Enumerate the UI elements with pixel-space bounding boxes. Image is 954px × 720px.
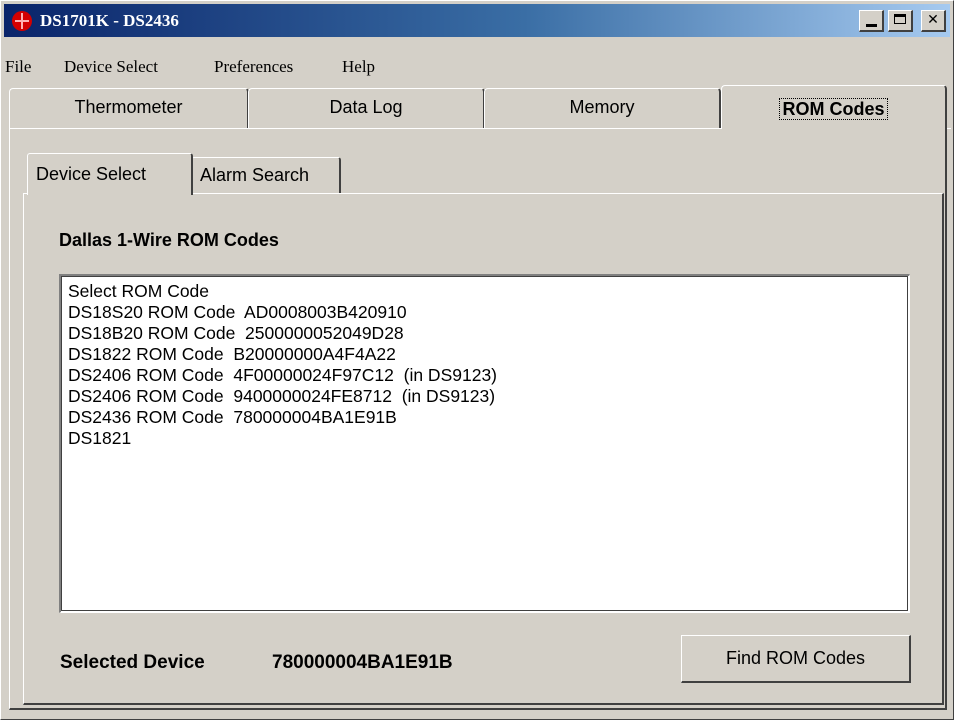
minimize-icon [865, 24, 877, 27]
tab-thermometer[interactable]: Thermometer [9, 88, 249, 128]
tab-memory-label: Memory [569, 97, 635, 117]
rom-code-listbox[interactable]: Select ROM Code DS18S20 ROM Code AD00080… [59, 274, 910, 613]
menu-device-select[interactable]: Device Select [64, 57, 158, 77]
list-item[interactable]: Select ROM Code [68, 281, 909, 302]
list-item[interactable]: DS1822 ROM Code B20000000A4F4A22 [68, 344, 909, 365]
maximize-icon [894, 14, 906, 24]
list-item[interactable]: DS18B20 ROM Code 2500000052049D28 [68, 323, 909, 344]
title-bar[interactable]: DS1701K - DS2436 ✕ [4, 4, 950, 37]
list-item[interactable]: DS2436 ROM Code 780000004BA1E91B [68, 407, 909, 428]
menu-file[interactable]: File [5, 57, 31, 77]
rom-codes-heading: Dallas 1-Wire ROM Codes [59, 230, 279, 250]
subtab-device-select-label: Device Select [36, 164, 147, 184]
find-rom-codes-button[interactable]: Find ROM Codes [681, 635, 911, 683]
tab-data-log[interactable]: Data Log [248, 88, 485, 128]
maximize-button[interactable] [888, 10, 913, 32]
window-title: DS1701K - DS2436 [40, 11, 179, 30]
tab-rom-codes-label: ROM Codes [779, 98, 888, 120]
tab-memory[interactable]: Memory [484, 88, 721, 128]
app-logo-icon [12, 11, 32, 31]
list-item[interactable]: DS2406 ROM Code 9400000024FE8712 (in DS9… [68, 386, 909, 407]
tab-data-log-label: Data Log [329, 97, 403, 117]
list-item[interactable]: DS1821 [68, 428, 909, 449]
menu-preferences[interactable]: Preferences [214, 57, 293, 77]
minimize-button[interactable] [859, 10, 884, 32]
list-item[interactable]: DS18S20 ROM Code AD0008003B420910 [68, 302, 909, 323]
selected-device-value: 780000004BA1E91B [272, 652, 453, 673]
close-icon: ✕ [927, 12, 939, 28]
menu-help[interactable]: Help [342, 57, 375, 77]
app-window: DS1701K - DS2436 ✕ File Device Select Pr… [0, 0, 954, 720]
tab-rom-codes[interactable]: ROM Codes [721, 85, 947, 129]
tab-thermometer-label: Thermometer [74, 97, 183, 117]
selected-device-label: Selected Device [60, 652, 205, 673]
list-item[interactable]: DS2406 ROM Code 4F00000024F97C12 (in DS9… [68, 365, 909, 386]
subtab-alarm-search[interactable]: Alarm Search [191, 157, 341, 193]
close-button[interactable]: ✕ [921, 10, 946, 32]
subtab-alarm-search-label: Alarm Search [200, 165, 310, 185]
menu-bar: File Device Select Preferences Help [4, 57, 950, 81]
subtab-device-select[interactable]: Device Select [27, 153, 193, 195]
